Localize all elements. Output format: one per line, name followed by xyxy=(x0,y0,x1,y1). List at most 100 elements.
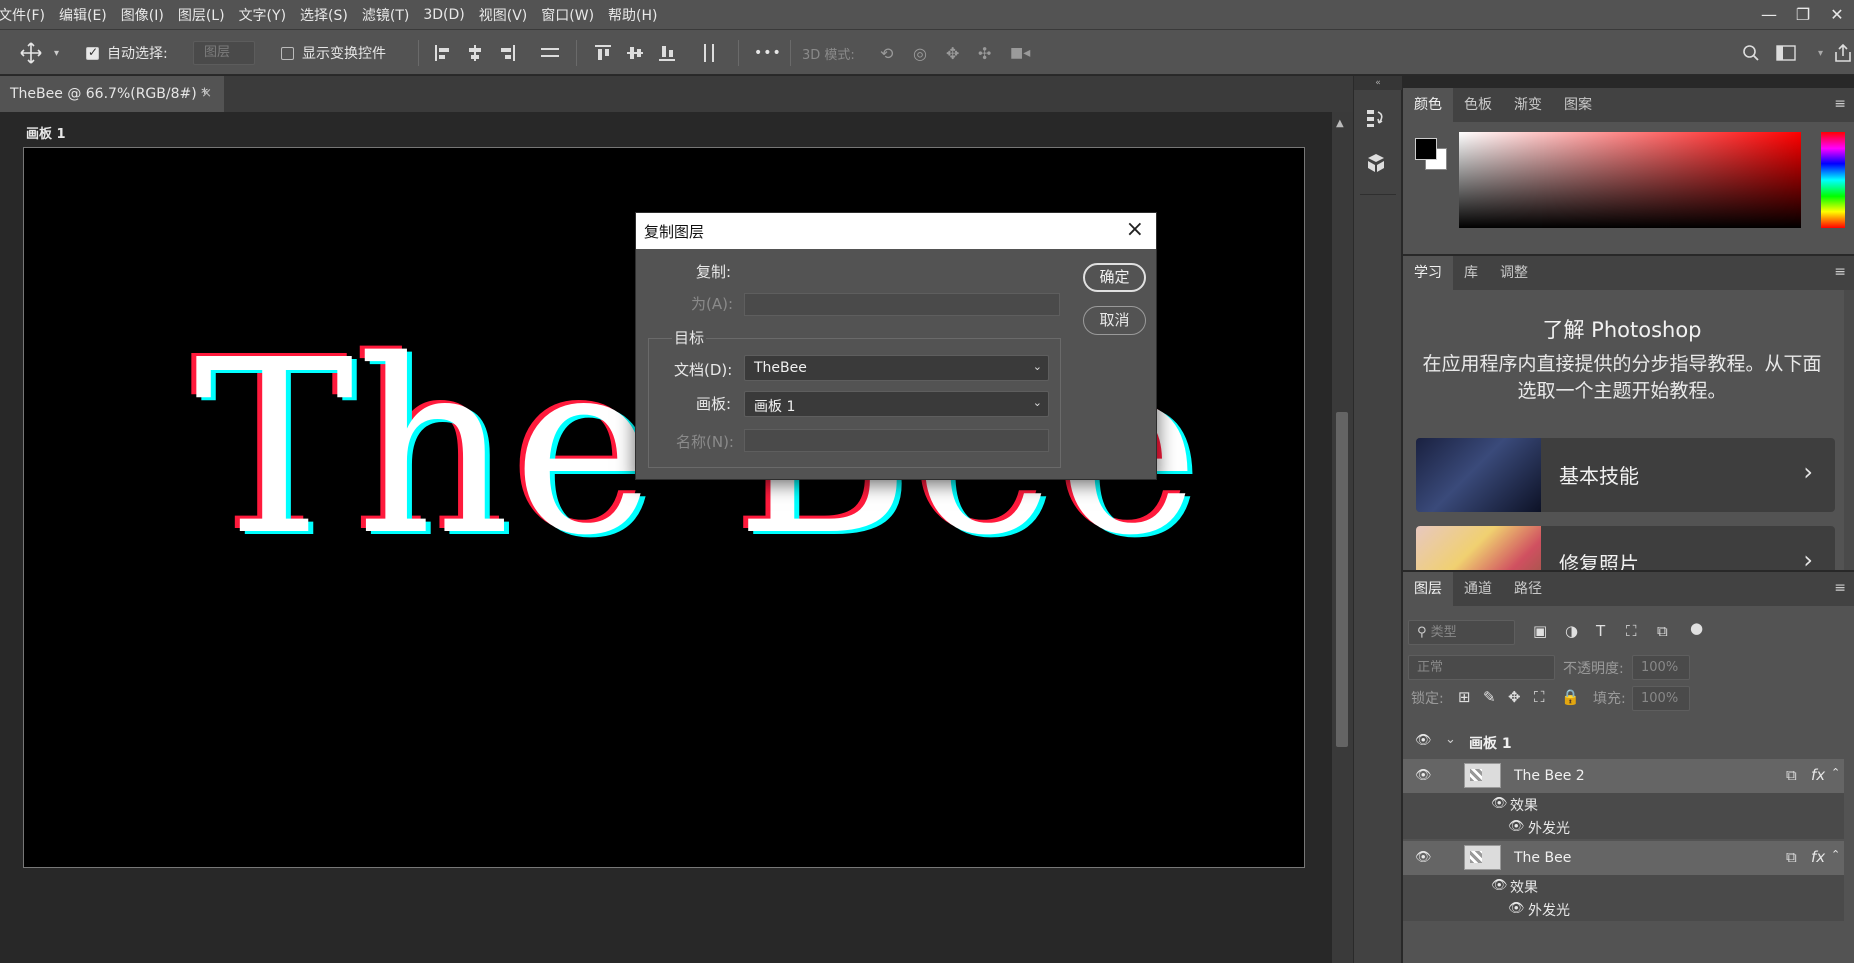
auto-select-checkbox[interactable] xyxy=(86,30,99,76)
layer-row[interactable]: 👁 The Bee ⧉ fx ⌃ xyxy=(1403,841,1844,875)
effects-row[interactable]: 👁 效果 xyxy=(1403,793,1844,815)
visibility-eye-icon[interactable]: 👁 xyxy=(1415,733,1432,748)
ok-button[interactable]: 确定 xyxy=(1083,263,1146,292)
chevron-up-icon[interactable]: ⌃ xyxy=(1831,766,1840,779)
canvas-vertical-scrollbar[interactable]: ▲ xyxy=(1332,112,1353,963)
layer-filter-select[interactable]: ⚲ 类型 xyxy=(1408,620,1515,645)
collapse-panels-icon[interactable]: « xyxy=(1354,76,1402,90)
filter-adjustment-icon[interactable]: ◑ xyxy=(1565,622,1578,640)
tab-adjustments[interactable]: 调整 xyxy=(1489,256,1539,290)
learn-card-basic-skills[interactable]: 基本技能 › xyxy=(1416,438,1835,512)
document-select[interactable]: TheBee ⌄ xyxy=(744,355,1049,381)
menu-filter[interactable]: 滤镜(T) xyxy=(362,5,409,25)
align-vcenter-icon[interactable] xyxy=(626,30,644,76)
3d-slide-icon[interactable]: ✣ xyxy=(978,30,991,76)
effect-row[interactable]: 👁 外发光 xyxy=(1403,897,1844,921)
workspace-icon[interactable] xyxy=(1776,30,1796,76)
visibility-eye-icon[interactable]: 👁 xyxy=(1491,878,1508,893)
menu-view[interactable]: 视图(V) xyxy=(479,5,528,25)
close-window-button[interactable]: ✕ xyxy=(1820,5,1854,24)
lock-position-icon[interactable]: ✥ xyxy=(1508,688,1521,706)
menu-help[interactable]: 帮助(H) xyxy=(608,5,657,25)
filter-toggle-icon[interactable]: ● xyxy=(1690,619,1703,637)
effects-row[interactable]: 👁 效果 xyxy=(1403,875,1844,897)
learn-scrollbar[interactable] xyxy=(1844,290,1854,570)
filter-pixel-icon[interactable]: ▣ xyxy=(1533,622,1547,640)
blend-mode-select[interactable]: 正常 xyxy=(1408,655,1555,680)
tab-gradients[interactable]: 渐变 xyxy=(1503,88,1553,122)
layer-row[interactable]: 👁 The Bee 2 ⧉ fx ⌃ xyxy=(1403,759,1844,793)
workspace-chevron-icon[interactable]: ▾ xyxy=(1818,30,1823,76)
visibility-eye-icon[interactable]: 👁 xyxy=(1508,819,1525,834)
tab-swatches[interactable]: 色板 xyxy=(1453,88,1503,122)
menu-type[interactable]: 文字(Y) xyxy=(239,5,286,25)
align-top-icon[interactable] xyxy=(594,30,612,76)
chevron-down-icon[interactable]: ⌄ xyxy=(1445,732,1456,747)
chevron-up-icon[interactable]: ⌃ xyxy=(1831,848,1840,861)
tool-preset-chevron-icon[interactable]: ▾ xyxy=(54,30,59,76)
cancel-button[interactable]: 取消 xyxy=(1083,306,1146,335)
tab-color[interactable]: 颜色 xyxy=(1403,88,1453,122)
scroll-up-icon[interactable]: ▲ xyxy=(1336,118,1344,129)
menu-3d[interactable]: 3D(D) xyxy=(423,7,464,23)
align-bottom-icon[interactable] xyxy=(658,30,676,76)
3d-pan-icon[interactable]: ✥ xyxy=(946,30,959,76)
menu-select[interactable]: 选择(S) xyxy=(300,5,348,25)
minimize-button[interactable]: — xyxy=(1752,5,1786,24)
menu-edit[interactable]: 编辑(E) xyxy=(59,5,107,25)
visibility-eye-icon[interactable]: 👁 xyxy=(1415,850,1432,865)
align-hcenter-icon[interactable] xyxy=(466,30,484,76)
tab-learn[interactable]: 学习 xyxy=(1403,256,1453,290)
distribute-vertical-icon[interactable] xyxy=(700,30,718,76)
menu-layer[interactable]: 图层(L) xyxy=(178,5,225,25)
dialog-close-icon[interactable]: × xyxy=(1126,217,1144,242)
panel-menu-icon[interactable]: ≡ xyxy=(1834,580,1846,596)
color-picker-field[interactable] xyxy=(1459,132,1801,228)
visibility-eye-icon[interactable]: 👁 xyxy=(1415,768,1432,783)
foreground-color-swatch[interactable] xyxy=(1415,138,1437,160)
3d-scale-icon[interactable]: ■◂ xyxy=(1010,30,1030,76)
scrollbar-thumb[interactable] xyxy=(1336,412,1348,747)
filter-smart-object-icon[interactable]: ⧉ xyxy=(1657,622,1668,640)
fill-input[interactable]: 100% xyxy=(1632,686,1690,711)
fx-icon[interactable]: fx xyxy=(1811,848,1825,866)
filter-type-icon[interactable]: T xyxy=(1596,622,1605,640)
menu-window[interactable]: 窗口(W) xyxy=(541,5,594,25)
distribute-icon[interactable] xyxy=(540,30,560,76)
opacity-input[interactable]: 100% xyxy=(1632,655,1690,680)
align-left-icon[interactable] xyxy=(434,30,452,76)
document-tab[interactable]: TheBee @ 66.7%(RGB/8#) * × xyxy=(0,76,224,112)
move-tool-icon[interactable] xyxy=(20,30,42,76)
restore-button[interactable]: ❐ xyxy=(1786,5,1820,24)
show-transform-checkbox[interactable] xyxy=(281,30,294,76)
fx-icon[interactable]: fx xyxy=(1811,766,1825,784)
tab-libraries[interactable]: 库 xyxy=(1453,256,1489,290)
artboard-label[interactable]: 画板 1 xyxy=(26,123,66,142)
properties-icon[interactable] xyxy=(1364,151,1392,179)
more-options-button[interactable]: ••• xyxy=(754,30,782,76)
menu-file[interactable]: 文件(F) xyxy=(0,5,45,25)
tab-patterns[interactable]: 图案 xyxy=(1553,88,1603,122)
panel-menu-icon[interactable]: ≡ xyxy=(1834,264,1846,280)
align-right-icon[interactable] xyxy=(498,30,516,76)
name-input[interactable] xyxy=(744,429,1049,452)
hue-slider[interactable] xyxy=(1821,132,1845,228)
artboard-select[interactable]: 画板 1 ⌄ xyxy=(744,391,1049,417)
close-document-icon[interactable]: × xyxy=(201,76,212,112)
effect-row[interactable]: 👁 外发光 xyxy=(1403,815,1844,839)
3d-orbit-icon[interactable]: ⟲ xyxy=(880,30,893,76)
lock-all-icon[interactable]: 🔒 xyxy=(1561,688,1580,706)
filter-shape-icon[interactable]: ⛶ xyxy=(1626,622,1637,640)
share-icon[interactable] xyxy=(1834,30,1852,76)
lock-pixels-icon[interactable]: ✎ xyxy=(1483,688,1496,706)
visibility-eye-icon[interactable]: 👁 xyxy=(1508,901,1525,916)
learn-card-fix-photo[interactable]: 修复照片 › xyxy=(1416,526,1835,570)
history-icon[interactable] xyxy=(1364,106,1392,134)
auto-select-target-select[interactable]: 图层 xyxy=(193,30,255,76)
menu-image[interactable]: 图像(I) xyxy=(121,5,164,25)
tab-paths[interactable]: 路径 xyxy=(1503,572,1553,606)
layer-name[interactable]: The Bee 2 xyxy=(1514,768,1585,784)
tab-layers[interactable]: 图层 xyxy=(1403,572,1453,606)
visibility-eye-icon[interactable]: 👁 xyxy=(1491,796,1508,811)
lock-transparency-icon[interactable]: ⊞ xyxy=(1458,688,1471,706)
